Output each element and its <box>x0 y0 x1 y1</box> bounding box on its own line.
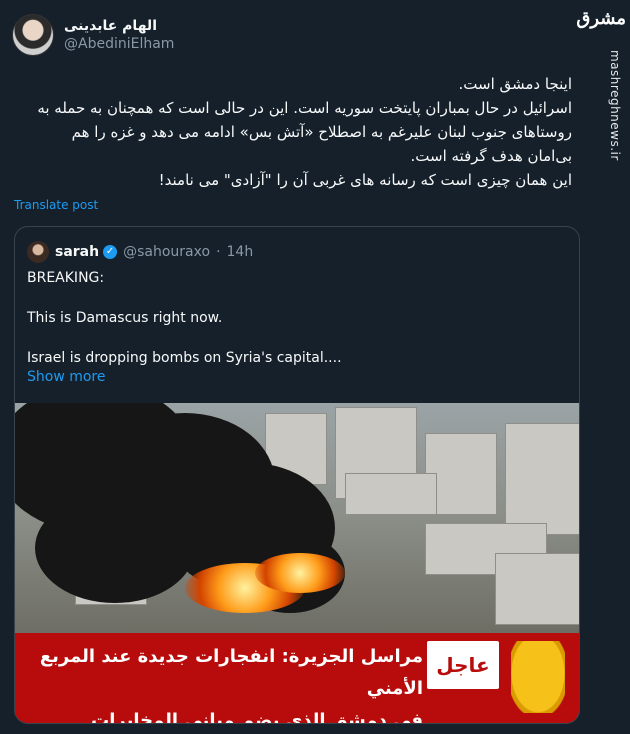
author-avatar[interactable] <box>12 14 54 56</box>
banner-line: مراسل الجزيرة: انفجارات جديدة عند المربع… <box>39 646 423 699</box>
author-names: الهام عابدینی @AbediniElham <box>64 18 174 52</box>
show-more-link[interactable]: Show more <box>27 369 106 385</box>
quoted-media-image[interactable]: مراسل الجزيرة: انفجارات جديدة عند المربع… <box>15 403 579 723</box>
building <box>345 473 437 515</box>
tweet-line: بی‌امان هدف گرفته است. <box>410 147 573 165</box>
news-banner: مراسل الجزيرة: انفجارات جديدة عند المربع… <box>15 633 579 723</box>
aljazeera-logo-icon <box>511 641 565 713</box>
verified-badge-icon: ✓ <box>103 245 118 259</box>
quoted-line: This is Damascus right now. <box>27 310 223 326</box>
banner-text: مراسل الجزيرة: انفجارات جديدة عند المربع… <box>23 641 423 723</box>
smoke-plume <box>35 493 195 603</box>
watermark-url: mashreghnews.ir <box>608 50 622 161</box>
watermark-strip: مشرق mashreghnews.ir <box>576 0 630 734</box>
building <box>495 553 579 625</box>
tweet-line: اسرائیل در حال بمباران پایتخت سوریه است.… <box>37 99 572 117</box>
tweet-text: اینجا دمشق است. اسرائیل در حال بمباران پ… <box>12 72 572 192</box>
meta-separator: · <box>216 244 221 260</box>
quoted-author-avatar[interactable] <box>27 241 49 263</box>
quoted-tweet[interactable]: sarah ✓ @sahouraxo · 14h BREAKING: This … <box>14 226 580 724</box>
tweet-line: این همان چیزی است که رسانه های غربی آن ر… <box>158 171 572 189</box>
author-display-name[interactable]: الهام عابدینی <box>64 18 174 34</box>
urgent-label: عاجل <box>427 641 499 689</box>
quoted-tweet-header: sarah ✓ @sahouraxo · 14h <box>27 241 253 263</box>
quoted-time[interactable]: 14h <box>227 244 254 260</box>
quoted-author-name[interactable]: sarah <box>55 244 99 260</box>
banner-line: في دمشق الذي يضم مباني المخابرات والجمار… <box>91 710 423 723</box>
building <box>505 423 579 535</box>
author-handle[interactable]: @AbediniElham <box>64 36 174 52</box>
tweet-line: اینجا دمشق است. <box>458 75 573 93</box>
quoted-line: BREAKING: <box>27 270 105 286</box>
tweet-line: روستاهای جنوب لبنان علیرغم به اصطلاح «آت… <box>71 123 572 141</box>
translate-post-link[interactable]: Translate post <box>14 198 98 212</box>
quoted-line: Israel is dropping bombs on Syria's capi… <box>27 350 342 366</box>
tweet-header: الهام عابدینی @AbediniElham <box>12 14 174 56</box>
watermark-logo: مشرق <box>576 8 626 29</box>
fire-glow <box>255 553 345 593</box>
quoted-author-handle[interactable]: @sahouraxo <box>123 244 210 260</box>
